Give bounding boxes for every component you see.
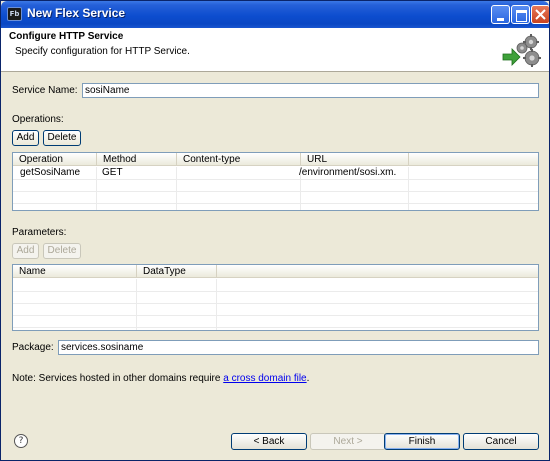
new-flex-service-dialog: Fb New Flex Service Configure HTTP Servi… bbox=[0, 0, 550, 461]
page-title: Configure HTTP Service bbox=[9, 31, 124, 42]
wizard-footer: ? < Back Next > Finish Cancel bbox=[1, 421, 549, 460]
operation-cell[interactable]: getSosiName bbox=[15, 167, 97, 179]
operations-label: Operations: bbox=[12, 114, 64, 125]
column-header-name[interactable]: Name bbox=[13, 265, 137, 278]
url-cell[interactable]: /environment/sosi.xm. bbox=[297, 167, 409, 179]
package-input[interactable]: services.sosiname bbox=[58, 340, 539, 355]
operations-add-button[interactable]: Add bbox=[12, 130, 39, 146]
cancel-button[interactable]: Cancel bbox=[463, 433, 539, 450]
maximize-button[interactable] bbox=[511, 5, 530, 24]
back-button[interactable]: < Back bbox=[231, 433, 307, 450]
column-header-operation[interactable]: Operation bbox=[13, 153, 97, 166]
content-type-cell[interactable] bbox=[177, 167, 301, 179]
grid-line bbox=[13, 191, 538, 192]
grid-line bbox=[13, 327, 538, 328]
column-header-content-type[interactable]: Content-type bbox=[177, 153, 301, 166]
column-header-url[interactable]: URL bbox=[301, 153, 409, 166]
cross-domain-file-link[interactable]: a cross domain file bbox=[223, 373, 306, 384]
operations-table[interactable]: Operation Method Content-type URL getSos… bbox=[12, 152, 539, 211]
grid-line bbox=[13, 203, 538, 204]
column-header-datatype[interactable]: DataType bbox=[137, 265, 217, 278]
window-title: New Flex Service bbox=[27, 6, 126, 20]
flash-builder-app-icon: Fb bbox=[7, 7, 22, 21]
grid-line bbox=[13, 179, 538, 180]
parameters-delete-button[interactable]: Delete bbox=[43, 243, 81, 259]
method-cell[interactable]: GET bbox=[97, 167, 177, 179]
grid-line bbox=[13, 303, 538, 304]
note-end: . bbox=[306, 373, 310, 384]
operations-table-header: Operation Method Content-type URL bbox=[13, 153, 538, 166]
parameters-table[interactable]: Name DataType bbox=[12, 264, 539, 331]
help-icon[interactable]: ? bbox=[14, 434, 28, 448]
note-text: Note: Services hosted in other domains r… bbox=[12, 373, 224, 384]
grid-line bbox=[136, 279, 137, 330]
grid-line bbox=[13, 291, 538, 292]
next-button[interactable]: Next > bbox=[310, 433, 386, 450]
minimize-button[interactable] bbox=[491, 5, 510, 24]
service-name-label: Service Name: bbox=[12, 85, 78, 96]
finish-button[interactable]: Finish bbox=[384, 433, 460, 450]
parameters-table-header: Name DataType bbox=[13, 265, 538, 278]
grid-line bbox=[13, 315, 538, 316]
wizard-content: Service Name: sosiName Operations: Add D… bbox=[1, 73, 549, 421]
grid-line bbox=[216, 279, 217, 330]
title-bar[interactable]: Fb New Flex Service bbox=[1, 1, 549, 28]
page-description: Specify configuration for HTTP Service. bbox=[15, 46, 190, 57]
parameters-add-button[interactable]: Add bbox=[12, 243, 39, 259]
wizard-header: Configure HTTP Service Specify configura… bbox=[1, 28, 549, 72]
operations-delete-button[interactable]: Delete bbox=[43, 130, 81, 146]
gears-icon bbox=[502, 34, 541, 67]
close-button[interactable] bbox=[531, 5, 549, 24]
package-label: Package: bbox=[12, 342, 54, 353]
parameters-label: Parameters: bbox=[12, 227, 67, 238]
column-header-method[interactable]: Method bbox=[97, 153, 177, 166]
service-name-input[interactable]: sosiName bbox=[82, 83, 539, 98]
cross-domain-note: Note: Services hosted in other domains r… bbox=[12, 373, 309, 384]
close-icon bbox=[535, 9, 546, 20]
